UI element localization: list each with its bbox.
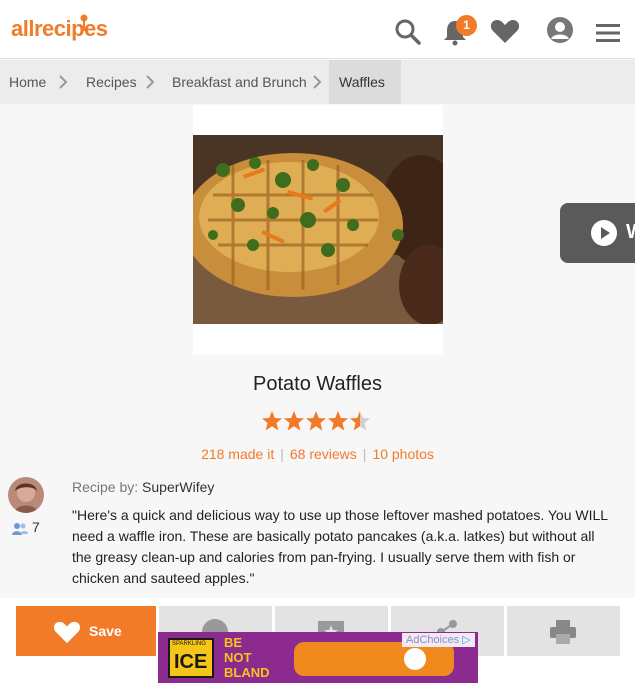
site-header: allrecipes 1 [0, 0, 635, 59]
chevron-right-icon [59, 75, 68, 89]
adchoices-label: AdChoices [406, 634, 460, 646]
watch-video-label: W [626, 221, 635, 244]
ad-slogan-line: NOT [224, 650, 252, 665]
play-icon [591, 220, 617, 246]
ad-product-bottle [294, 642, 454, 676]
stat-divider: | [362, 446, 367, 462]
printer-icon [550, 620, 576, 644]
recipe-title: Potato Waffles [253, 373, 382, 395]
recipe-photo[interactable] [193, 135, 443, 324]
breadcrumb: Home Recipes Breakfast and Brunch Waffle… [0, 60, 635, 104]
chevron-right-icon [146, 75, 155, 89]
ad-brand-top: SPARKLING [172, 641, 206, 647]
star-icon [262, 411, 282, 431]
allrecipes-logo[interactable]: allrecipes [11, 16, 108, 42]
adchoices-icon: ▷ [462, 634, 471, 646]
photos-link[interactable]: 10 photos [372, 446, 434, 462]
followers-icon [12, 523, 28, 535]
made-it-link[interactable]: 218 made it [201, 446, 274, 462]
byline-label: Recipe by: [72, 479, 139, 495]
search-icon[interactable] [394, 18, 422, 46]
save-button[interactable]: Save [16, 606, 156, 656]
star-rating[interactable] [261, 410, 371, 434]
reviews-link[interactable]: 68 reviews [290, 446, 357, 462]
breadcrumb-home[interactable]: Home [9, 60, 46, 104]
star-icon [328, 411, 348, 431]
heart-icon [54, 621, 80, 644]
recipe-description: "Here's a quick and delicious way to use… [72, 507, 608, 586]
profile-icon[interactable] [546, 16, 574, 44]
watch-video-button[interactable]: W [560, 203, 635, 263]
heart-icon[interactable] [490, 17, 520, 45]
chevron-right-icon [313, 75, 322, 89]
star-icon [284, 411, 304, 431]
author-avatar[interactable] [8, 477, 44, 513]
author-name[interactable]: SuperWifey [142, 479, 214, 495]
breadcrumb-recipes[interactable]: Recipes [86, 60, 137, 104]
breadcrumb-breakfast-and-brunch[interactable]: Breakfast and Brunch [172, 60, 307, 104]
recipe-stats: 218 made it | 68 reviews | 10 photos [0, 446, 635, 462]
print-button[interactable] [507, 606, 620, 656]
ad-fruit-icon [404, 648, 426, 670]
notification-badge: 1 [456, 15, 477, 36]
ad-brand-logo: SPARKLING ICE [168, 638, 214, 678]
save-label: Save [89, 623, 122, 639]
advertisement[interactable]: SPARKLING ICE BE NOT BLAND AdChoices ▷ [158, 632, 478, 683]
adchoices-button[interactable]: AdChoices ▷ [402, 633, 475, 647]
ad-brand-name: ICE [174, 651, 208, 673]
star-icon [306, 411, 326, 431]
menu-icon[interactable] [595, 19, 621, 47]
ad-slogan: BE NOT BLAND [224, 635, 270, 680]
star-half-icon [350, 411, 370, 431]
breadcrumb-waffles[interactable]: Waffles [329, 60, 401, 104]
followers-count: 7 [32, 519, 40, 535]
ad-slogan-line: BLAND [224, 665, 270, 680]
recipe-byline: Recipe by: SuperWifey [72, 479, 214, 495]
ad-slogan-line: BE [224, 635, 243, 650]
recipe-photo-card [193, 105, 443, 355]
stat-divider: | [280, 446, 284, 462]
logo-spoon-icon [80, 14, 88, 31]
